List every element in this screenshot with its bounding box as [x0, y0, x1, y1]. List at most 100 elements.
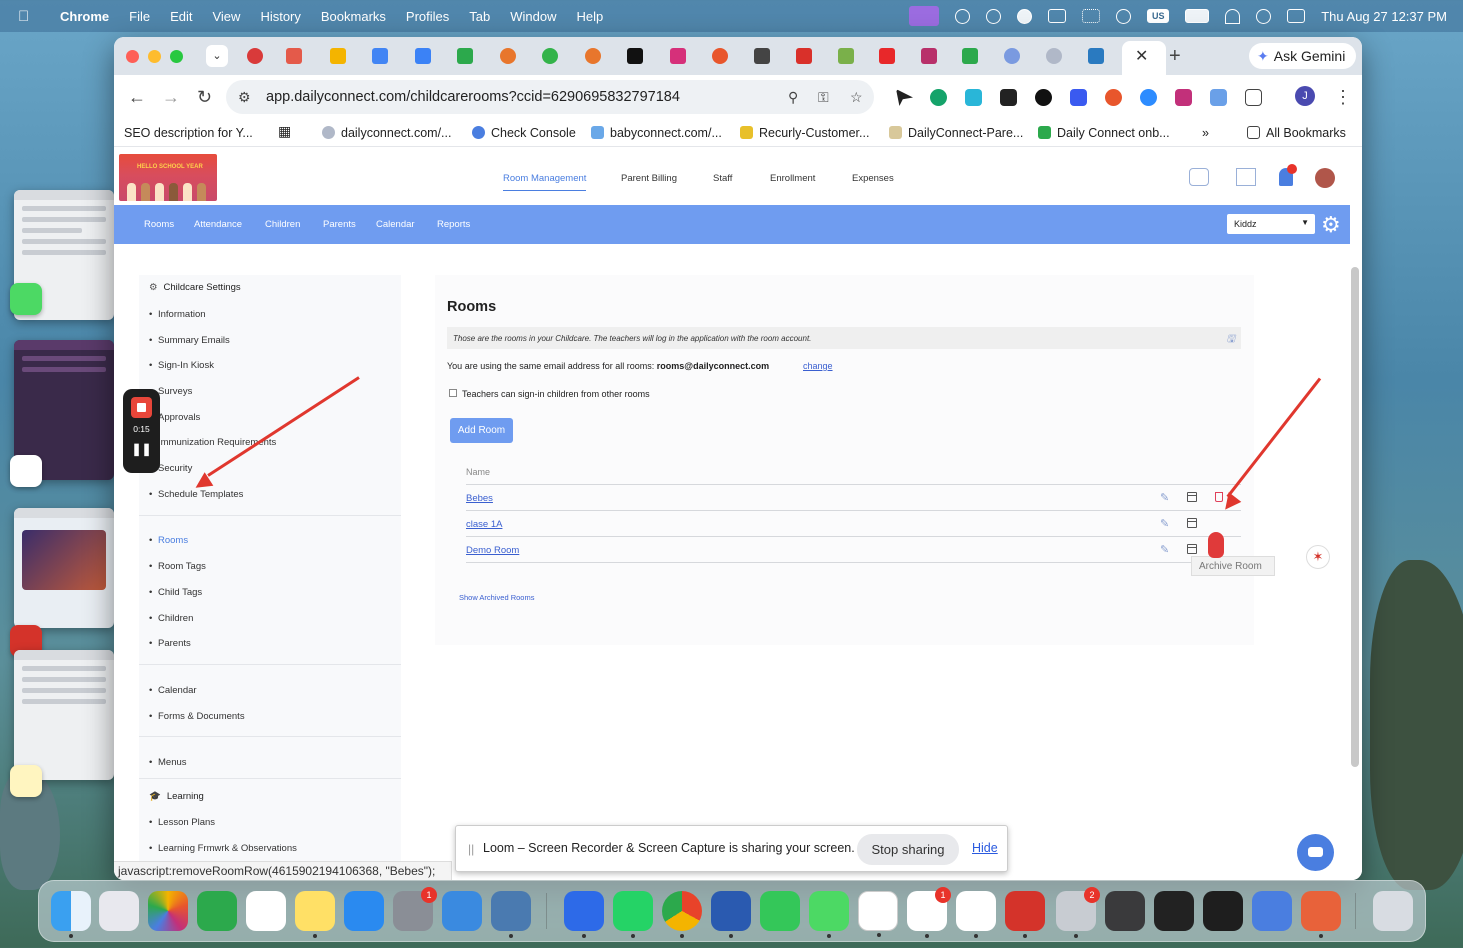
sidebar-item-calendar[interactable]: Calendar [149, 685, 196, 696]
password-key-icon[interactable]: ⚿ [818, 89, 829, 106]
back-arrow-icon[interactable]: ← [128, 87, 146, 108]
menu-help[interactable]: Help [577, 9, 604, 24]
messages-icon[interactable] [809, 891, 849, 938]
zoom-extension-icon[interactable] [1140, 89, 1157, 106]
menu-window[interactable]: Window [510, 9, 556, 24]
settings-gear-icon[interactable]: ⚙ [1321, 212, 1341, 238]
files-icon[interactable] [442, 891, 482, 931]
support-chat-icon[interactable] [1297, 834, 1334, 871]
grid-icon[interactable] [1082, 9, 1101, 23]
center-logo[interactable]: HELLO SCHOOL YEAR [119, 154, 217, 201]
bookmark-item[interactable]: Recurly-Customer... [740, 126, 869, 140]
sidebar-item-approvals[interactable]: Approvals [149, 412, 200, 423]
tab-favicon[interactable] [1046, 48, 1062, 64]
pause-icon[interactable]: ❚❚ [123, 442, 160, 456]
tab-favicon[interactable] [500, 48, 516, 64]
menu-bookmarks[interactable]: Bookmarks [321, 9, 386, 24]
printer-icon[interactable]: 2 [1056, 887, 1100, 938]
room-name-link[interactable]: Demo Room [466, 545, 519, 556]
extensions-puzzle-icon[interactable] [1245, 89, 1262, 106]
slack-icon[interactable]: 1 [907, 887, 951, 938]
zoom-icon[interactable]: ⚲ [788, 89, 798, 106]
tab-favicon[interactable] [962, 48, 978, 64]
tab-favicon[interactable] [754, 48, 770, 64]
tab-favicon[interactable] [921, 48, 937, 64]
tab-favicon[interactable] [627, 48, 643, 64]
asana-icon[interactable] [956, 891, 996, 938]
calculator-icon[interactable] [1105, 891, 1145, 931]
teachers-signin-label[interactable]: Teachers can sign-in children from other… [462, 389, 650, 399]
tab-favicon[interactable] [712, 48, 728, 64]
user-circle-icon[interactable] [1116, 8, 1132, 24]
bookmark-star-icon[interactable]: ☆ [850, 89, 863, 106]
room-name-link[interactable]: clase 1A [466, 519, 502, 530]
menu-app-name[interactable]: Chrome [60, 9, 109, 24]
sidebar-item-information[interactable]: Information [149, 309, 205, 320]
acrobat-icon[interactable] [1005, 891, 1045, 938]
tab-favicon[interactable] [247, 48, 263, 64]
bookmark-item[interactable]: SEO description for Y... [124, 126, 253, 140]
acrobat-float-icon[interactable]: ✶ [1306, 545, 1330, 569]
app-store-icon[interactable] [344, 891, 384, 931]
whatsapp-icon[interactable] [613, 891, 653, 938]
menu-edit[interactable]: Edit [170, 9, 192, 24]
word-icon[interactable] [711, 891, 751, 938]
tab-favicon[interactable] [796, 48, 812, 64]
user-avatar[interactable] [1315, 168, 1335, 188]
search-icon[interactable] [1256, 8, 1272, 24]
bookmarks-overflow-icon[interactable]: » [1202, 126, 1209, 140]
chat-icon[interactable] [1189, 168, 1209, 186]
window-add-icon[interactable] [1048, 9, 1067, 23]
slack-app-icon[interactable] [10, 455, 42, 487]
zoom-window-button[interactable] [170, 50, 183, 63]
fontbook-icon[interactable] [1154, 891, 1194, 931]
launchpad-icon[interactable] [99, 891, 139, 931]
apps-grid-icon[interactable]: ▦ [278, 123, 291, 140]
reminders-icon[interactable] [246, 891, 286, 931]
phone-icon[interactable] [760, 891, 800, 931]
menu-profiles[interactable]: Profiles [406, 9, 449, 24]
subnav-attendance[interactable]: Attendance [194, 219, 242, 230]
extension-icon[interactable] [1210, 89, 1227, 106]
close-window-button[interactable] [126, 50, 139, 63]
sidebar-item-menus[interactable]: Menus [149, 757, 186, 768]
screen-mirror-icon[interactable] [909, 6, 940, 26]
extension-icon[interactable] [965, 89, 982, 106]
menu-file[interactable]: File [129, 9, 150, 24]
nav-expenses[interactable]: Expenses [852, 173, 894, 184]
chrome-icon[interactable] [662, 891, 702, 938]
battery-icon[interactable] [1185, 9, 1210, 23]
tab-favicon[interactable] [457, 48, 473, 64]
tab-favicon[interactable] [879, 48, 895, 64]
apple-menu-icon[interactable]:  [18, 8, 40, 25]
claude-icon[interactable] [1301, 891, 1341, 938]
preview-icon[interactable] [491, 891, 531, 938]
chatgpt-app-icon[interactable] [858, 891, 898, 937]
disk-utility-icon[interactable] [1252, 891, 1292, 931]
extension-icon[interactable] [1070, 89, 1087, 106]
finder-icon[interactable] [51, 891, 91, 938]
stage-window-thumbnail[interactable] [14, 650, 114, 780]
kiosk-icon[interactable] [1236, 168, 1256, 186]
sidebar-item-lesson-plans[interactable]: Lesson Plans [149, 817, 215, 828]
show-archived-rooms-link[interactable]: Show Archived Rooms [459, 593, 534, 602]
nav-parent-billing[interactable]: Parent Billing [621, 173, 677, 184]
profile-avatar[interactable]: J [1295, 86, 1315, 106]
control-center-icon[interactable] [1287, 9, 1306, 23]
app-grid-icon[interactable] [1203, 891, 1243, 931]
extension-icon[interactable] [1035, 89, 1052, 106]
wifi-icon[interactable] [1225, 8, 1241, 24]
all-bookmarks[interactable]: All Bookmarks [1247, 126, 1346, 140]
extension-icon[interactable] [1175, 89, 1192, 106]
trash-icon[interactable] [1373, 891, 1413, 931]
ask-gemini-button[interactable]: ✦ Ask Gemini [1249, 43, 1356, 69]
nav-room-management[interactable]: Room Management [503, 173, 587, 191]
tab-favicon[interactable] [415, 48, 431, 64]
center-select[interactable]: Kiddz ▼ [1227, 214, 1315, 234]
tab-favicon[interactable] [1088, 48, 1104, 64]
edit-pencil-icon[interactable]: ✎ [1160, 491, 1169, 504]
subnav-parents[interactable]: Parents [323, 219, 356, 230]
sidebar-item-forms-documents[interactable]: Forms & Documents [149, 711, 245, 722]
archive-icon[interactable] [1187, 492, 1197, 502]
new-tab-button[interactable]: + [1169, 45, 1181, 68]
